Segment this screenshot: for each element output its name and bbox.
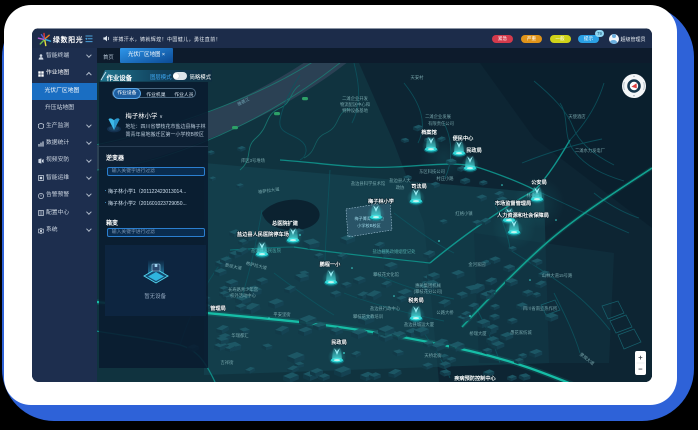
svg-text:金河家园: 金河家园	[468, 261, 485, 268]
svg-text:天桥北街: 天桥北街	[424, 352, 442, 359]
svg-text:华瑞都汇: 华瑞都汇	[231, 332, 249, 339]
svg-text:惠民集团机械: 惠民集团机械	[415, 282, 441, 289]
svg-text:平安里街: 平安里街	[273, 311, 291, 318]
svg-text:梅子林小学: 梅子林小学	[368, 197, 394, 205]
svg-text:特种设备基地: 特种设备基地	[342, 107, 368, 114]
svg-text:管理局: 管理局	[210, 304, 226, 312]
svg-text:天安村: 天安村	[411, 74, 425, 81]
svg-text:校外活动中心: 校外活动中心	[230, 292, 256, 299]
svg-text:总医院扩建: 总医院扩建	[272, 219, 299, 227]
svg-text:四川省南亚热作所: 四川省南亚热作所	[523, 305, 558, 312]
svg-text:市场监督管理局: 市场监督管理局	[495, 199, 531, 207]
svg-text:红格小镇: 红格小镇	[455, 210, 473, 217]
svg-text:库区3号堆场: 库区3号堆场	[241, 157, 266, 164]
svg-text:公路大桥: 公路大桥	[436, 309, 454, 316]
svg-text:鹏程一小: 鹏程一小	[320, 260, 342, 268]
svg-text:档案馆: 档案馆	[420, 128, 437, 136]
svg-text:二滩企业发展: 二滩企业发展	[425, 113, 451, 120]
svg-text:疾病预防控制中心: 疾病预防控制中心	[454, 374, 496, 382]
svg-text:盐边县人民医院停车场: 盐边县人民医院停车场	[237, 230, 289, 238]
svg-text:吉祥街: 吉祥街	[221, 359, 235, 366]
svg-text:二滩水力发电厂: 二滩水力发电厂	[575, 147, 606, 154]
svg-text:盐边县民政婚姻登记处: 盐边县民政婚姻登记处	[373, 248, 417, 255]
svg-text:桥瑞大厦: 桥瑞大厦	[469, 330, 487, 337]
svg-text:盐边县科学技术馆: 盐边县科学技术馆	[351, 180, 386, 187]
svg-text:公安局: 公安局	[531, 178, 547, 186]
svg-text:税务局: 税务局	[408, 296, 424, 304]
svg-text:民政局: 民政局	[466, 146, 482, 154]
svg-text:有限责任公司: 有限责任公司	[428, 120, 454, 127]
svg-text:盐边县行政中心: 盐边县行政中心	[370, 305, 401, 312]
svg-text:小学校B校区: 小学校B校区	[357, 222, 381, 229]
svg-text:攀枝花文教培训: 攀枝花文教培训	[353, 313, 383, 320]
svg-text:政协: 政协	[396, 184, 405, 191]
svg-text:司法局: 司法局	[411, 182, 427, 190]
svg-text:长寿路青少年宫: 长寿路青少年宫	[228, 286, 258, 293]
svg-text:二滩企业开发: 二滩企业开发	[342, 95, 368, 102]
svg-text:−: −	[638, 365, 643, 374]
svg-text:物流配送中心和: 物流配送中心和	[340, 101, 370, 108]
svg-text:盐边县人大: 盐边县人大	[389, 177, 411, 184]
svg-text:攀枝花文化馆: 攀枝花文化馆	[373, 271, 399, 278]
svg-text:愚花家纺城: 愚花家纺城	[510, 329, 532, 336]
svg-text:人力资源和社会保障局: 人力资源和社会保障局	[497, 211, 549, 219]
svg-text:便民中心: 便民中心	[453, 134, 475, 142]
svg-text:民政局: 民政局	[331, 338, 347, 346]
svg-text:天使酒店: 天使酒店	[568, 113, 586, 120]
svg-text:山林大道15号路: 山林大道15号路	[542, 272, 573, 279]
svg-text:(攀枝花分公司): (攀枝花分公司)	[414, 288, 443, 295]
svg-text:+: +	[638, 353, 643, 362]
